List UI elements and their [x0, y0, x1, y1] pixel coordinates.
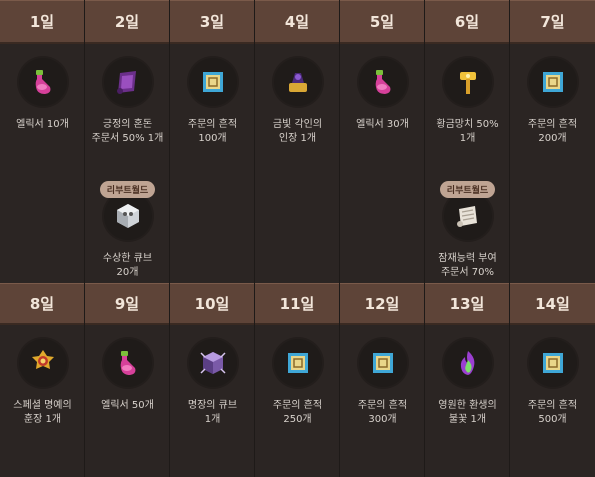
week-2: 8일 스페셜 명예의 훈장 1개 9일 엘릭서 50개 10일 명장의 큐브 1…: [0, 283, 595, 477]
elixir-icon: [18, 58, 67, 106]
day-14-cell: 14일 주문의 흔적 500개: [510, 283, 595, 477]
day-13-cell: 13일 영원한 환생의 불꽃 1개: [425, 283, 510, 477]
elixir-icon: [103, 339, 152, 387]
day-6-reboot-item-label: 잠재능력 부여 주문서 70%: [438, 253, 497, 278]
day-8-cell: 8일 스페셜 명예의 훈장 1개: [0, 283, 85, 477]
day-12-cell: 12일 주문의 흔적 300개: [340, 283, 425, 477]
day-6-reward: 황금망치 50% 1개: [425, 58, 510, 146]
day-13-reward: 영원한 환생의 불꽃 1개: [425, 339, 510, 427]
potential-scroll-icon: [443, 192, 492, 240]
day-3-reward: 주문의 흔적 100개: [170, 58, 255, 146]
day-1-reward: 엘릭서 10개: [0, 58, 85, 132]
golden-hammer-icon: [443, 58, 492, 106]
day-2-title: 2일: [85, 0, 169, 44]
spell-trace-icon: [273, 339, 322, 387]
day-2-cell: 2일 긍정의 혼돈 주문서 50% 1개 리부트월드 수상한 큐브 20개: [85, 0, 170, 283]
day-8-reward: 스페셜 명예의 훈장 1개: [0, 339, 85, 427]
day-3-cell: 3일 주문의 흔적 100개: [170, 0, 255, 283]
day-4-reward: 금빛 각인의 인장 1개: [255, 58, 340, 146]
rebirth-flame-icon: [443, 339, 492, 387]
day-1-cell: 1일 엘릭서 10개: [0, 0, 85, 283]
scroll-icon: [103, 58, 152, 106]
day-8-title: 8일: [0, 283, 84, 325]
day-11-title: 11일: [255, 283, 339, 325]
day-9-reward: 엘릭서 50개: [85, 339, 170, 413]
day-4-item-label: 금빛 각인의 인장 1개: [272, 119, 323, 144]
day-4-cell: 4일 금빛 각인의 인장 1개: [255, 0, 340, 283]
day-10-title: 10일: [170, 283, 254, 325]
day-2-reboot-item-label: 수상한 큐브 20개: [102, 253, 153, 278]
medal-icon: [18, 339, 67, 387]
day-7-item-label: 주문의 흔적 200개: [527, 119, 578, 144]
craftsman-cube-icon: [188, 339, 237, 387]
day-6-item-label: 황금망치 50% 1개: [436, 119, 499, 144]
spell-trace-icon: [358, 339, 407, 387]
day-14-title: 14일: [510, 283, 595, 325]
day-3-item-label: 주문의 흔적 100개: [187, 119, 238, 144]
week-1: 1일 엘릭서 10개 2일 긍정의 혼돈 주문서 50% 1개 리부트월드 수상…: [0, 0, 595, 283]
day-2-reboot-reward: 수상한 큐브 20개: [85, 192, 170, 280]
elixir-icon: [358, 58, 407, 106]
attendance-calendar: 1일 엘릭서 10개 2일 긍정의 혼돈 주문서 50% 1개 리부트월드 수상…: [0, 0, 595, 477]
day-14-item-label: 주문의 흔적 500개: [527, 400, 578, 425]
day-6-reboot-badge: 리부트월드: [439, 181, 496, 198]
day-10-item-label: 명장의 큐브 1개: [187, 400, 238, 425]
spell-trace-icon: [188, 58, 237, 106]
day-6-title: 6일: [425, 0, 509, 44]
day-9-cell: 9일 엘릭서 50개: [85, 283, 170, 477]
strange-cube-icon: [103, 192, 152, 240]
day-12-item-label: 주문의 흔적 300개: [357, 400, 408, 425]
day-14-reward: 주문의 흔적 500개: [510, 339, 595, 427]
day-13-title: 13일: [425, 283, 509, 325]
spell-trace-icon: [528, 339, 577, 387]
day-11-reward: 주문의 흔적 250개: [255, 339, 340, 427]
golden-seal-icon: [273, 58, 322, 106]
day-2-reward: 긍정의 혼돈 주문서 50% 1개: [85, 58, 170, 146]
day-5-cell: 5일 엘릭서 30개: [340, 0, 425, 283]
day-3-title: 3일: [170, 0, 254, 44]
day-1-item-label: 엘릭서 10개: [16, 119, 69, 130]
day-2-reboot-badge: 리부트월드: [99, 181, 156, 198]
day-8-item-label: 스페셜 명예의 훈장 1개: [13, 400, 72, 425]
day-6-cell: 6일 황금망치 50% 1개 리부트월드 잠재능력 부여 주문서 70%: [425, 0, 510, 283]
day-1-title: 1일: [0, 0, 84, 44]
day-9-item-label: 엘릭서 50개: [101, 400, 154, 411]
day-6-reboot-reward: 잠재능력 부여 주문서 70%: [425, 192, 510, 280]
day-11-item-label: 주문의 흔적 250개: [272, 400, 323, 425]
day-7-reward: 주문의 흔적 200개: [510, 58, 595, 146]
spell-trace-icon: [528, 58, 577, 106]
day-7-cell: 7일 주문의 흔적 200개: [510, 0, 595, 283]
day-4-title: 4일: [255, 0, 339, 44]
day-5-reward: 엘릭서 30개: [340, 58, 425, 132]
day-2-item-label: 긍정의 혼돈 주문서 50% 1개: [91, 119, 164, 144]
day-10-cell: 10일 명장의 큐브 1개: [170, 283, 255, 477]
day-5-title: 5일: [340, 0, 424, 44]
day-9-title: 9일: [85, 283, 169, 325]
day-5-item-label: 엘릭서 30개: [356, 119, 409, 130]
day-13-item-label: 영원한 환생의 불꽃 1개: [438, 400, 497, 425]
day-11-cell: 11일 주문의 흔적 250개: [255, 283, 340, 477]
day-10-reward: 명장의 큐브 1개: [170, 339, 255, 427]
day-12-title: 12일: [340, 283, 424, 325]
day-7-title: 7일: [510, 0, 595, 44]
day-12-reward: 주문의 흔적 300개: [340, 339, 425, 427]
